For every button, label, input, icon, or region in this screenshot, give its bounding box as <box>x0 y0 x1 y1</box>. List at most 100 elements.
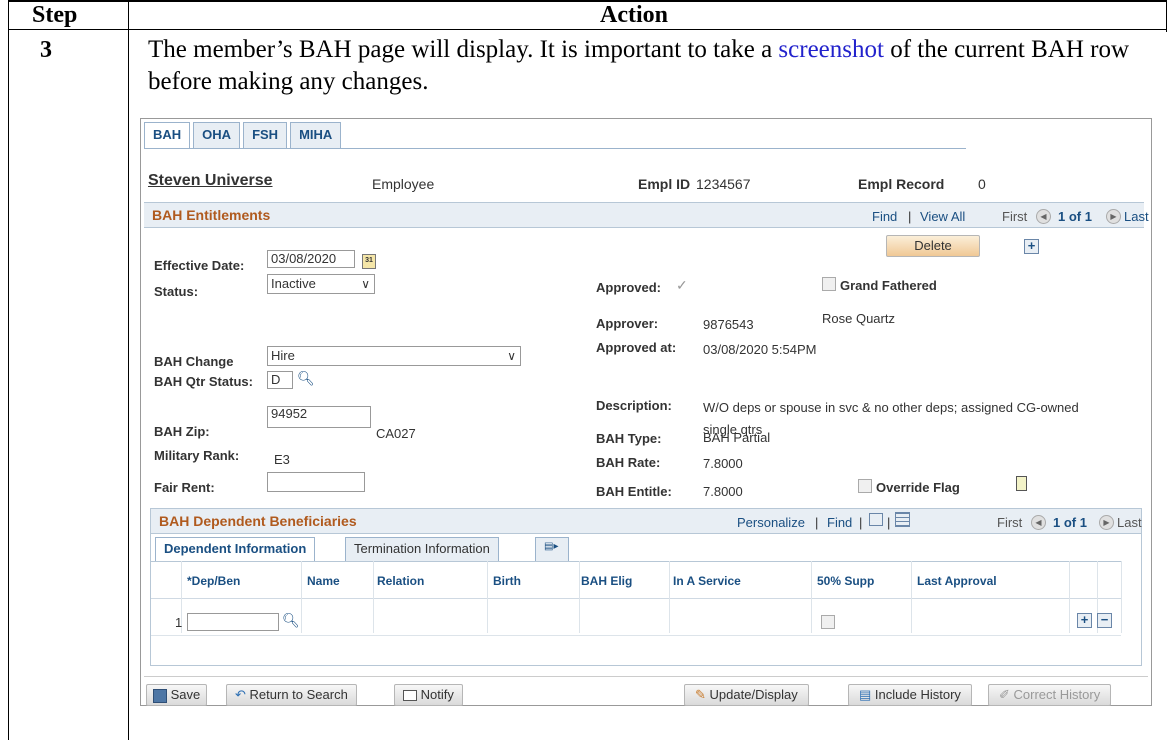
tab-bah[interactable]: BAH <box>144 122 191 148</box>
effective-date-label: Effective Date: <box>154 258 245 273</box>
chevron-down-icon: ∨ <box>361 277 370 291</box>
employee-name: Steven Universe <box>148 172 273 189</box>
bah-dependent-header: BAH Dependent Beneficiaries Personalize … <box>151 509 1142 534</box>
approved-at-label: Approved at: <box>596 340 677 355</box>
correct-history-label: Correct History <box>1013 687 1101 702</box>
grid-first-label: First <box>997 515 1023 530</box>
override-flag-label: Override Flag <box>876 480 960 495</box>
nav-separator: | <box>887 515 891 530</box>
empl-id-label: Empl ID <box>638 176 691 192</box>
description-line-1: W/O deps or spouse in svc & no other dep… <box>703 400 1079 415</box>
tab-fsh[interactable]: FSH <box>243 122 288 148</box>
override-flag-checkbox[interactable] <box>858 479 872 493</box>
bah-page-screenshot: BAH OHA FSH MIHA Steven Universe Employe… <box>140 118 1152 706</box>
chevron-down-icon: ∨ <box>507 349 516 363</box>
military-rank-value: E3 <box>274 452 290 467</box>
screenshot-link[interactable]: screenshot <box>778 36 884 63</box>
status-value: Inactive <box>271 276 316 291</box>
save-icon <box>153 688 167 703</box>
show-all-columns-icon[interactable]: ▤▸ <box>535 537 569 562</box>
nav-separator: | <box>859 515 863 530</box>
tab-oha[interactable]: OHA <box>193 122 241 148</box>
search-icon[interactable]: 🔍︎ <box>282 612 300 629</box>
save-label: Save <box>170 687 201 702</box>
empl-id-value: 1234567 <box>696 176 751 192</box>
approver-label: Approver: <box>596 316 659 331</box>
return-to-search-label: Return to Search <box>249 687 348 702</box>
approver-name: Rose Quartz <box>822 311 895 326</box>
bah-zip-field[interactable]: 94952 <box>267 406 371 428</box>
bah-change-select[interactable]: Hire ∨ <box>267 346 521 366</box>
add-row-icon[interactable]: + <box>1077 613 1092 628</box>
approved-label: Approved: <box>596 280 661 295</box>
effective-date-field[interactable]: 03/08/2020 <box>267 250 355 268</box>
step-column-header: Step <box>32 2 78 28</box>
approved-checkbox[interactable]: ✓ <box>676 278 690 293</box>
grid-prev-arrow-icon[interactable]: ◀ <box>1031 514 1046 531</box>
col-50-supp: 50% Supp <box>817 574 875 588</box>
notify-button[interactable]: Notify <box>394 684 463 706</box>
calendar-icon[interactable]: 31 <box>362 254 376 269</box>
notify-icon <box>403 690 417 702</box>
tab-dependent-information[interactable]: Dependent Information <box>155 537 316 562</box>
return-to-search-button[interactable]: ↶ Return to Search <box>226 684 357 706</box>
dep-ben-field[interactable] <box>187 613 279 631</box>
instruction-text: The member’s BAH page will display. It i… <box>148 34 1148 98</box>
personalize-link[interactable]: Personalize <box>737 515 805 530</box>
bah-qtr-status-field[interactable]: D <box>267 371 293 389</box>
add-row-icon[interactable]: + <box>1024 239 1039 254</box>
status-select[interactable]: Inactive ∨ <box>267 274 375 294</box>
fair-rent-field[interactable] <box>267 472 365 492</box>
update-display-label: Update/Display <box>709 687 798 702</box>
col-last-approval: Last Approval <box>917 574 997 588</box>
bah-entitlements-title: BAH Entitlements <box>152 207 271 223</box>
row-number: 1 <box>175 615 183 630</box>
update-display-button[interactable]: ✎ Update/Display <box>684 684 809 706</box>
notepad-icon[interactable] <box>1016 476 1027 491</box>
remove-row-icon[interactable]: − <box>1097 613 1112 628</box>
correct-history-button[interactable]: ✐ Correct History <box>988 684 1112 706</box>
last-label[interactable]: Last <box>1124 209 1149 224</box>
bah-type-label: BAH Type: <box>596 431 662 446</box>
empl-record-value: 0 <box>978 176 986 192</box>
notify-label: Notify <box>420 687 454 702</box>
view-all-link[interactable]: View All <box>920 209 965 224</box>
find-link[interactable]: Find <box>872 209 897 224</box>
grid-last-label[interactable]: Last <box>1117 515 1142 530</box>
toolbar-divider <box>144 676 1148 677</box>
download-grid-icon[interactable] <box>895 512 910 527</box>
bah-rate-value: 7.8000 <box>703 456 743 471</box>
bah-entitle-label: BAH Entitle: <box>596 484 672 499</box>
bah-entitlements-header: BAH Entitlements Find | View All First ◀… <box>144 202 1149 228</box>
next-arrow-icon[interactable]: ▶ <box>1106 208 1121 225</box>
new-window-icon[interactable] <box>869 513 883 526</box>
status-label: Status: <box>154 284 199 299</box>
prev-arrow-icon[interactable]: ◀ <box>1036 208 1051 225</box>
grand-fathered-checkbox[interactable] <box>822 277 836 291</box>
employee-role: Employee <box>372 176 435 192</box>
tab-miha[interactable]: MIHA <box>290 122 342 148</box>
table-row: 1 🔍︎ + − <box>151 609 1121 636</box>
delete-button[interactable]: Delete <box>886 235 980 257</box>
grid-find-link[interactable]: Find <box>827 515 852 530</box>
tab-termination-information[interactable]: Termination Information <box>345 537 499 562</box>
row-count: 1 of 1 <box>1058 209 1092 224</box>
bah-type-value: BAH Partial <box>703 430 771 445</box>
save-button[interactable]: Save <box>146 684 208 706</box>
approver-id: 9876543 <box>703 317 754 332</box>
dependent-table-header: *Dep/Ben Name Relation Birth BAH Elig In… <box>151 561 1121 599</box>
column-divider <box>1121 561 1122 633</box>
grid-next-arrow-icon[interactable]: ▶ <box>1099 514 1114 531</box>
military-rank-label: Military Rank: <box>154 448 240 463</box>
fifty-percent-supp-checkbox[interactable] <box>821 615 835 629</box>
grand-fathered-label: Grand Fathered <box>840 278 937 293</box>
bah-dependent-title: BAH Dependent Beneficiaries <box>159 513 357 529</box>
search-icon[interactable]: 🔍︎ <box>297 370 315 387</box>
col-relation: Relation <box>377 574 425 588</box>
fair-rent-label: Fair Rent: <box>154 480 215 495</box>
include-history-button[interactable]: ▤ Include History <box>848 684 972 706</box>
action-column-header: Action <box>600 2 668 28</box>
component-tabs: BAH OHA FSH MIHA <box>144 122 344 148</box>
col-bah-elig: BAH Elig <box>581 574 633 588</box>
correct-history-icon: ✐ <box>999 687 1010 702</box>
